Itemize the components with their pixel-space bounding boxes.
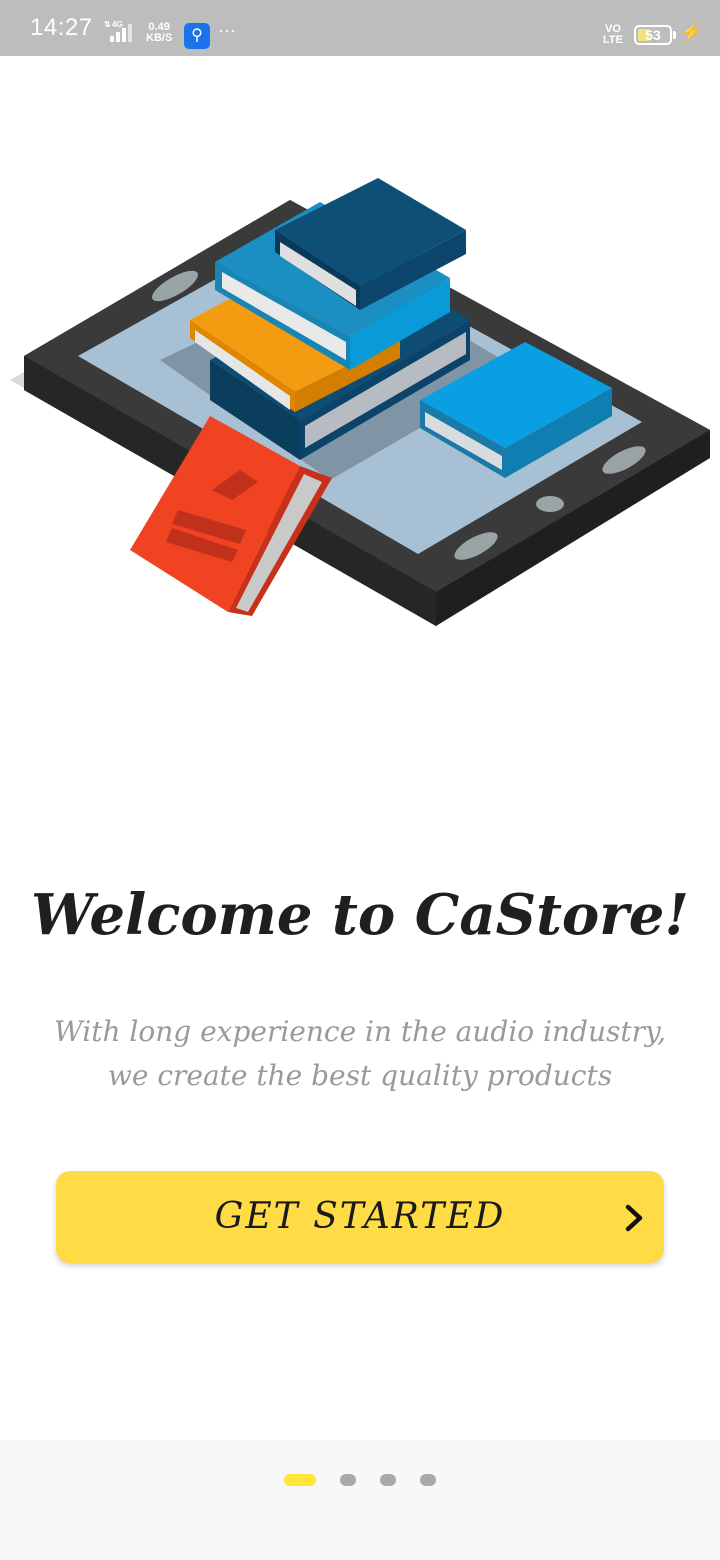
battery-level: 53: [645, 27, 661, 43]
subtitle-line-1: With long experience in the audio indust…: [53, 1015, 666, 1048]
chevron-right-icon: [625, 1204, 643, 1232]
page-indicator-2[interactable]: [340, 1474, 356, 1486]
page-indicator-3[interactable]: [380, 1474, 396, 1486]
network-speed: 0.49 KB/S: [146, 21, 173, 44]
welcome-title: Welcome to CaStore!: [31, 882, 689, 948]
signal-icon: ⇅ 4G: [104, 20, 132, 42]
status-time: 14:27: [30, 14, 93, 41]
svg-text:⇅: ⇅: [104, 20, 111, 29]
status-bar: 14:27 ⇅ 4G 0.49 KB/S ⚲ ··· VO LTE 53 ⚡: [0, 0, 720, 56]
get-started-label: GET STARTED: [214, 1196, 506, 1237]
onboarding-footer: [0, 1440, 720, 1560]
more-icon: ···: [218, 20, 236, 40]
books-on-tablet-illustration: [10, 178, 710, 626]
battery-icon: 53: [634, 25, 672, 45]
welcome-subtitle: With long experience in the audio indust…: [30, 1010, 690, 1098]
get-started-button[interactable]: GET STARTED: [56, 1171, 664, 1263]
page-indicator-1[interactable]: [284, 1474, 316, 1486]
page-indicator-4[interactable]: [420, 1474, 436, 1486]
charging-icon: ⚡: [680, 22, 703, 42]
usb-icon: ⚲: [184, 23, 210, 49]
subtitle-line-2: we create the best quality products: [107, 1059, 613, 1092]
volte-indicator: VO LTE: [603, 23, 623, 46]
network-type: 4G: [112, 20, 123, 29]
